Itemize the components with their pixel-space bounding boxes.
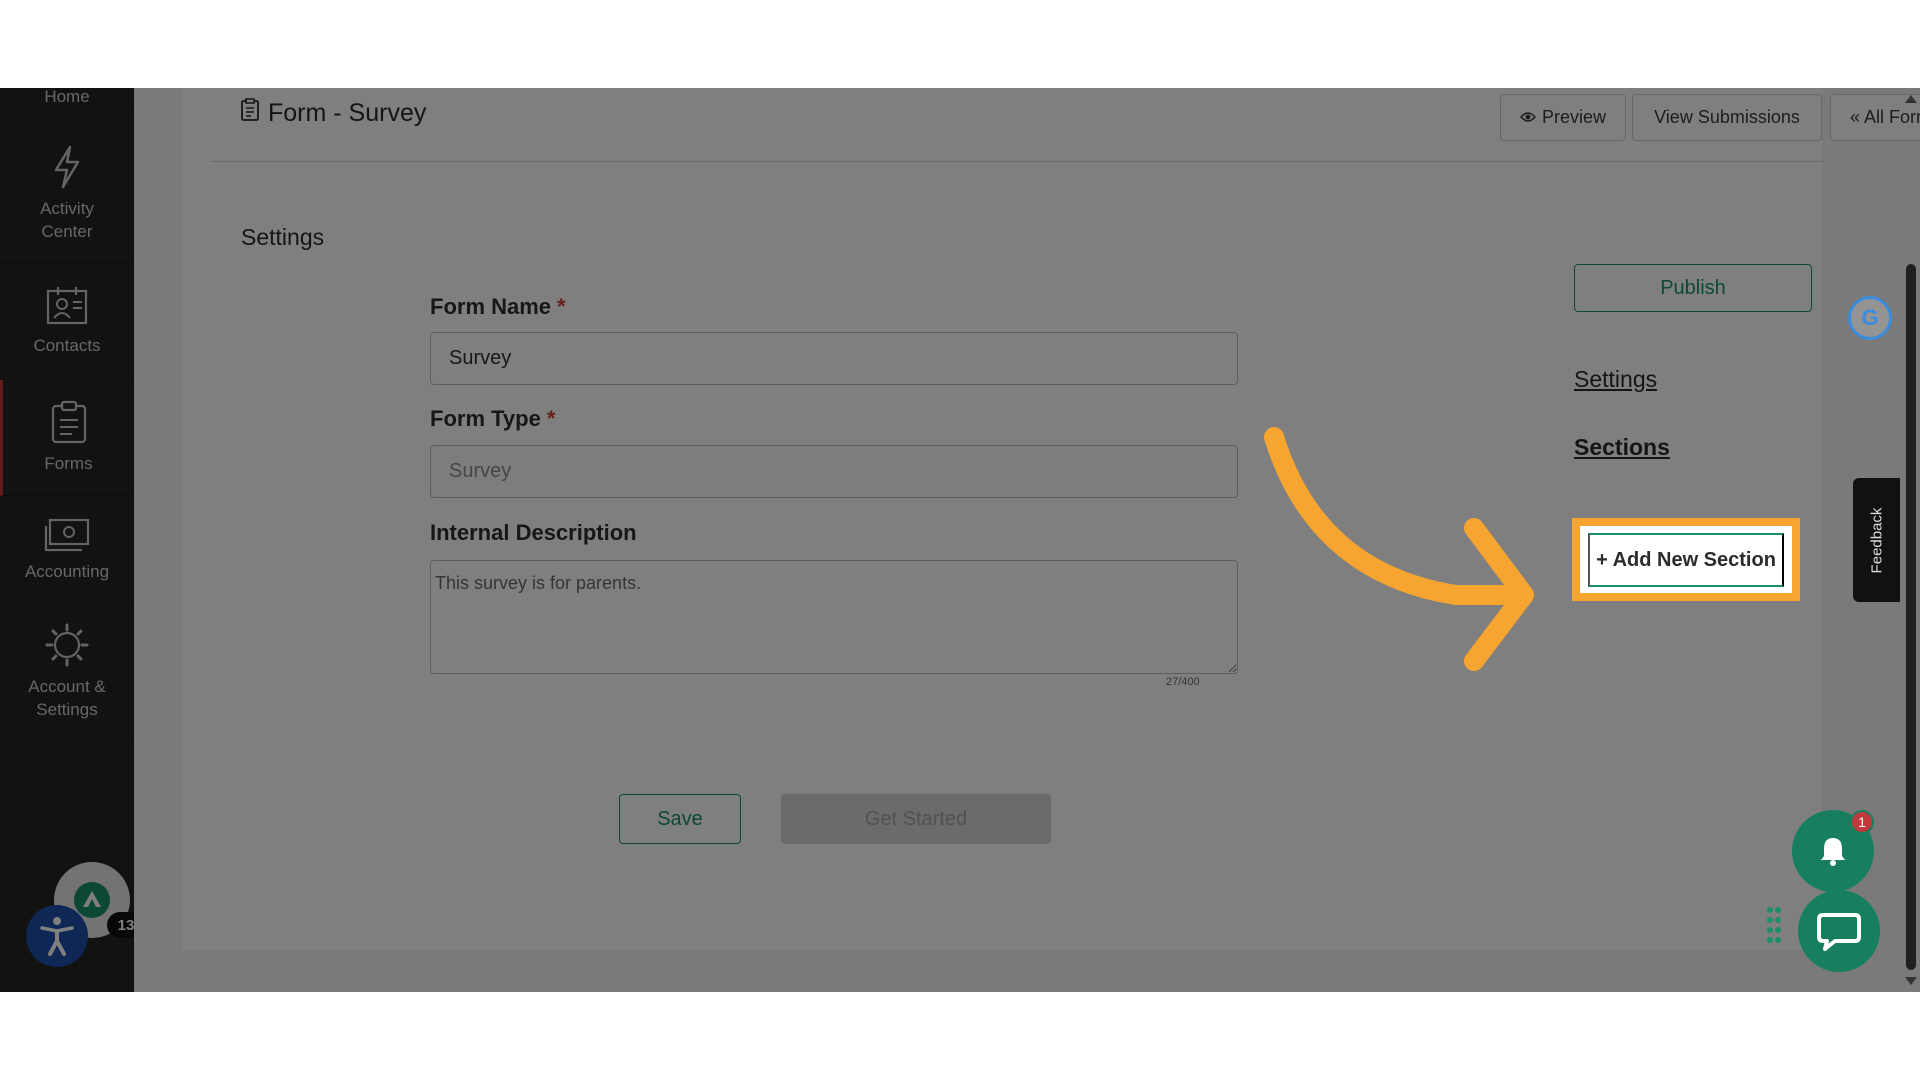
required-mark: * <box>546 406 556 431</box>
required-mark: * <box>557 294 566 319</box>
chat-icon <box>1817 913 1861 951</box>
sidebar-item-label: Accounting <box>24 562 110 581</box>
sidebar-item-account-settings[interactable]: Account & Settings <box>0 606 134 738</box>
internal-description-field[interactable]: This survey is for parents. <box>430 560 1238 674</box>
page-title-text: Form - Survey <box>268 99 427 127</box>
feedback-tab[interactable]: Feedback <box>1853 478 1900 602</box>
add-new-section-button[interactable]: + Add New Section <box>1588 533 1784 587</box>
bell-icon <box>1821 838 1845 866</box>
page-header: Form - Survey Preview View Submissions «… <box>210 88 1920 162</box>
chat-button[interactable] <box>1798 890 1880 972</box>
scroll-up-icon[interactable] <box>1902 92 1920 106</box>
sidebar-item-home[interactable]: Home <box>0 88 134 110</box>
form-name-label: Form Name * <box>430 294 566 319</box>
tutorial-arrow-icon <box>1264 427 1534 671</box>
view-submissions-button[interactable]: View Submissions <box>1632 94 1822 141</box>
contacts-icon <box>45 286 89 334</box>
form-type-label: Form Type * <box>430 406 556 431</box>
char-count: 27/400 <box>1166 676 1200 688</box>
sidebar: Home Activity Center Contacts Forms Acco… <box>0 88 145 992</box>
sidebar-item-accounting[interactable]: Accounting <box>0 496 134 606</box>
sidebar-item-label: Account & Settings <box>28 676 106 719</box>
sections-link[interactable]: Sections <box>1574 434 1670 461</box>
internal-description-label: Internal Description <box>430 520 637 545</box>
sidebar-item-activity-center[interactable]: Activity Center <box>0 124 134 264</box>
get-started-button[interactable]: Get Started <box>781 794 1051 844</box>
settings-heading: Settings <box>241 224 325 250</box>
feedback-label: Feedback <box>1868 507 1885 573</box>
settings-link[interactable]: Settings <box>1574 366 1657 393</box>
accessibility-button[interactable] <box>26 905 88 967</box>
drag-handle-icon[interactable] <box>1766 906 1782 950</box>
preview-label: Preview <box>1541 107 1607 127</box>
save-button[interactable]: Save <box>619 794 741 844</box>
preview-button[interactable]: Preview <box>1500 94 1626 141</box>
eye-icon <box>1519 107 1536 128</box>
publish-button[interactable]: Publish <box>1574 264 1812 312</box>
money-icon <box>44 518 90 560</box>
sidebar-item-label: Contacts <box>33 336 101 355</box>
app-frame: Home Activity Center Contacts Forms Acco… <box>0 88 1920 992</box>
form-type-input[interactable] <box>430 445 1238 498</box>
scrollbar[interactable] <box>1902 88 1920 992</box>
notification-badge: 1 <box>1850 810 1874 834</box>
sidebar-item-label: Forms <box>44 454 93 473</box>
form-icon <box>240 98 260 129</box>
accessibility-icon <box>40 917 74 956</box>
page-title: Form - Survey <box>240 98 426 129</box>
sidebar-item-label: Activity Center <box>40 198 94 241</box>
scroll-thumb[interactable] <box>1906 264 1916 970</box>
sidebar-item-forms[interactable]: Forms <box>0 380 134 496</box>
sidebar-item-label: Home <box>44 88 90 106</box>
grammarly-icon[interactable]: G <box>1848 296 1892 340</box>
clipboard-icon <box>49 400 89 452</box>
form-name-input[interactable] <box>430 332 1238 385</box>
sidebar-item-contacts[interactable]: Contacts <box>0 264 134 380</box>
tutorial-highlight-box: + Add New Section <box>1572 518 1800 601</box>
view-submissions-label: View Submissions <box>1654 107 1800 127</box>
scroll-down-icon[interactable] <box>1902 974 1920 988</box>
lightning-icon <box>50 145 84 197</box>
gear-icon <box>45 623 89 675</box>
